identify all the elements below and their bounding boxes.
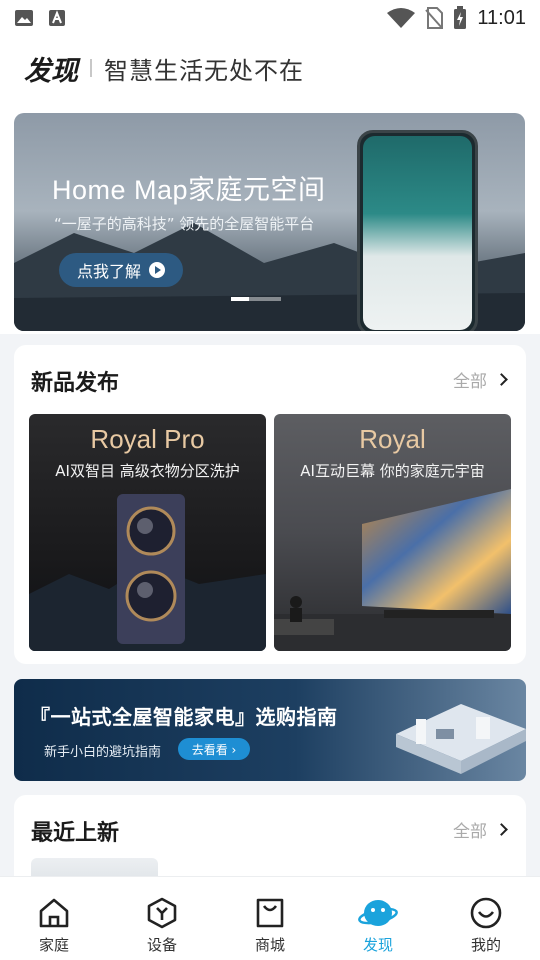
carousel-dot [249, 297, 281, 301]
image-icon [15, 10, 33, 26]
page-title: 发现 [24, 55, 78, 87]
wifi-icon [387, 8, 416, 28]
home-icon [39, 898, 69, 928]
tab-mall[interactable]: 商城 [216, 877, 324, 960]
banner-title: Home Map家庭元空间 [52, 175, 326, 205]
phone-mockup [357, 130, 478, 331]
smart-home-illustration [396, 704, 526, 774]
discover-icon [358, 900, 398, 926]
status-time: 11:01 [477, 6, 526, 29]
buying-guide-banner[interactable]: 『一站式全屋智能家电』选购指南 新手小白的避坑指南 去看看 › [14, 679, 526, 781]
device-icon [147, 897, 177, 929]
shopping-bag-icon [256, 898, 284, 928]
carousel-indicator [231, 297, 281, 301]
header-divider [90, 59, 92, 77]
tab-label: 发现 [362, 936, 393, 954]
tab-label: 商城 [254, 936, 285, 954]
all-label: 全部 [453, 372, 487, 392]
guide-title: 『一站式全屋智能家电』选购指南 [30, 705, 338, 729]
carousel-dot-active [231, 297, 249, 301]
learn-more-button[interactable]: 点我了解 [59, 253, 183, 287]
recent-all-link[interactable]: 全部 [453, 817, 508, 842]
profile-icon [470, 897, 502, 929]
tab-devices[interactable]: 设备 [108, 877, 216, 960]
tab-discover[interactable]: 发现 [324, 877, 432, 960]
status-bar: 11:01 [0, 0, 540, 36]
learn-more-label: 点我了解 [76, 262, 141, 281]
no-sim-icon [425, 7, 444, 29]
product-card-royal-pro[interactable]: Royal Pro AI双智目 高级衣物分区洗护 [29, 414, 266, 651]
tab-profile[interactable]: 我的 [432, 877, 540, 960]
chevron-right-icon [495, 823, 508, 836]
tab-label: 家庭 [38, 936, 69, 954]
battery-charging-icon [454, 6, 467, 29]
play-icon [149, 262, 165, 278]
product-card-royal[interactable]: Royal AI互动巨幕 你的家庭元宇宙 [274, 414, 511, 651]
page-header: 发现 智慧生活无处不在 [0, 36, 540, 100]
header-slogan: 智慧生活无处不在 [104, 56, 304, 85]
new-products-title: 新品发布 [31, 371, 120, 396]
guide-subtitle: 新手小白的避坑指南 [44, 745, 162, 760]
new-products-all-link[interactable]: 全部 [453, 367, 508, 392]
guide-view-button[interactable]: 去看看 › [178, 738, 250, 760]
tab-home[interactable]: 家庭 [0, 877, 108, 960]
all-label: 全部 [453, 822, 487, 842]
tab-label: 设备 [146, 936, 177, 954]
banner-section: Home Map家庭元空间 “一屋子的高科技” 领先的全屋智能平台 点我了解 [0, 100, 540, 334]
chevron-right-icon [495, 373, 508, 386]
bottom-tab-bar: 家庭 设备 商城 发现 我的 [0, 876, 540, 960]
tv-screen-image [274, 489, 511, 651]
phone-screen [363, 136, 472, 330]
new-products-card: 新品发布 全部 Royal Pro AI双智目 高级衣物分区洗护 Royal A… [14, 345, 526, 664]
tab-label: 我的 [470, 936, 501, 954]
washer-dryer-image [29, 494, 266, 651]
banner-subtitle: “一屋子的高科技” 领先的全屋智能平台 [54, 215, 315, 233]
recent-title: 最近上新 [31, 821, 120, 846]
translate-icon [49, 10, 65, 26]
